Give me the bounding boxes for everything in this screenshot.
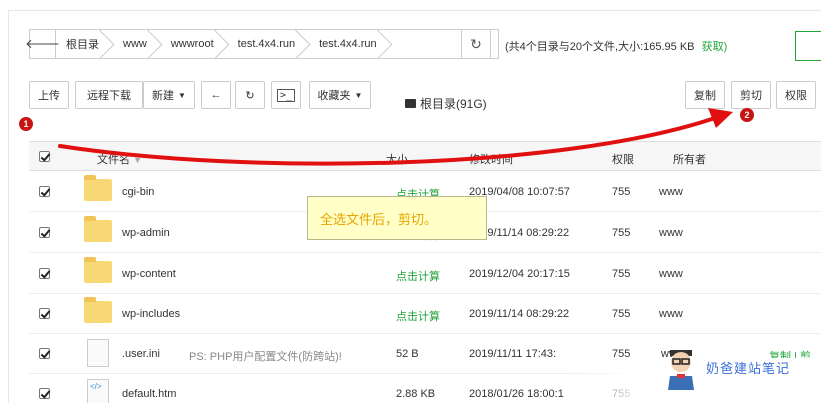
row-checkbox[interactable] bbox=[39, 268, 50, 279]
path-refresh-button[interactable]: ↻ bbox=[461, 29, 491, 59]
favorites-label: 收藏夹 bbox=[317, 90, 351, 102]
file-size: 52 B bbox=[396, 348, 419, 360]
row-checkbox[interactable] bbox=[39, 186, 50, 197]
step-badge-2: 2 bbox=[740, 108, 754, 122]
upload-button[interactable]: 上传 bbox=[29, 81, 69, 109]
breadcrumb: 根目录 www wwwroot test.4x4.run test.4x4.ru… bbox=[56, 30, 498, 58]
terminal-icon: >_ bbox=[276, 88, 296, 102]
breadcrumb-item-wwwroot[interactable]: wwwroot bbox=[161, 30, 228, 58]
new-dropdown-button[interactable]: 新建 ▼ bbox=[143, 81, 195, 109]
side-panel-edge bbox=[795, 31, 821, 61]
name-header-label: 文件名 bbox=[97, 154, 130, 166]
modified-time: 2019/11/11 17:43: bbox=[469, 348, 557, 360]
back-button[interactable]: ← bbox=[201, 81, 231, 109]
size-calc-link[interactable]: 点击计算 bbox=[396, 268, 440, 284]
arrow-left-icon: ← bbox=[210, 89, 222, 101]
permission-value[interactable]: 755 bbox=[612, 308, 630, 320]
file-name[interactable]: wp-includes bbox=[122, 308, 180, 320]
path-bar: 🡐 根目录 www wwwroot test.4x4.run test.4x4.… bbox=[25, 29, 499, 59]
instruction-callout: 全选文件后，剪切。 bbox=[307, 196, 487, 240]
cut-button[interactable]: 剪切 bbox=[731, 81, 771, 109]
modified-time: 2019/12/04 20:17:15 bbox=[469, 268, 570, 280]
folder-icon bbox=[84, 297, 112, 323]
column-header-name[interactable]: 文件名 ▼ bbox=[97, 151, 142, 167]
file-note: PS: PHP用户配置文件(防跨站)! bbox=[189, 351, 342, 363]
modified-time: 2019/11/14 08:29:22 bbox=[469, 308, 570, 320]
arrow-left-icon: 🡐 bbox=[25, 36, 60, 51]
refresh-icon: ↻ bbox=[245, 89, 255, 102]
step-badge-1: 1 bbox=[19, 117, 33, 131]
permission-button[interactable]: 权限 bbox=[776, 81, 816, 109]
permission-value[interactable]: 755 bbox=[612, 268, 630, 280]
favorites-dropdown-button[interactable]: 收藏夹 ▼ bbox=[309, 81, 371, 109]
disk-indicator[interactable]: 根目录(91G) bbox=[405, 95, 487, 112]
select-all-checkbox[interactable] bbox=[39, 151, 50, 162]
owner-value: www bbox=[659, 308, 683, 320]
owner-value: www bbox=[659, 268, 683, 280]
table-row[interactable]: wp-content 点击计算 2019/12/04 20:17:15 755 … bbox=[29, 254, 821, 294]
permission-value[interactable]: 755 bbox=[612, 186, 630, 198]
cartoon-avatar-icon bbox=[668, 350, 694, 390]
folder-icon bbox=[84, 216, 112, 242]
watermark-text: 奶爸建站笔记 bbox=[706, 360, 791, 376]
file-name[interactable]: wp-admin bbox=[122, 227, 170, 239]
breadcrumb-item-site[interactable]: test.4x4.run bbox=[228, 30, 309, 58]
new-label: 新建 bbox=[152, 90, 175, 102]
disk-label: 根目录(91G) bbox=[420, 97, 487, 111]
column-header-mtime[interactable]: 修改时间 bbox=[469, 151, 513, 167]
directory-summary: (共4个目录与20个文件,大小:165.95 KB 获取) bbox=[505, 38, 727, 54]
file-name[interactable]: wp-content bbox=[122, 268, 176, 280]
caret-down-icon: ▼ bbox=[178, 90, 186, 100]
folder-icon bbox=[84, 257, 112, 283]
modified-time: 2018/01/26 18:00:1 bbox=[469, 388, 564, 400]
get-size-link[interactable]: 获取) bbox=[702, 41, 728, 53]
table-row[interactable]: wp-includes 点击计算 2019/11/14 08:29:22 755… bbox=[29, 294, 821, 334]
column-header-owner[interactable]: 所有者 bbox=[673, 151, 706, 167]
row-checkbox[interactable] bbox=[39, 348, 50, 359]
owner-value: www bbox=[659, 186, 683, 198]
column-header-size[interactable]: 大小 bbox=[386, 151, 408, 167]
refresh-button[interactable]: ↻ bbox=[235, 81, 265, 109]
file-icon bbox=[87, 339, 109, 367]
sort-caret-icon: ▼ bbox=[133, 155, 142, 165]
row-checkbox[interactable] bbox=[39, 388, 50, 399]
hard-drive-icon bbox=[405, 99, 416, 108]
copy-button[interactable]: 复制 bbox=[685, 81, 725, 109]
breadcrumb-item-root[interactable]: 根目录 bbox=[56, 30, 113, 58]
file-name[interactable]: .user.ini bbox=[122, 348, 160, 360]
summary-text: (共4个目录与20个文件,大小:165.95 KB bbox=[505, 41, 695, 53]
code-file-icon bbox=[87, 379, 109, 403]
row-checkbox[interactable] bbox=[39, 308, 50, 319]
watermark: 奶爸建站笔记 bbox=[662, 344, 790, 390]
owner-value: www bbox=[659, 227, 683, 239]
path-back-button[interactable]: 🡐 bbox=[25, 30, 60, 58]
folder-icon bbox=[84, 175, 112, 201]
column-header-permission[interactable]: 权限 bbox=[612, 151, 634, 167]
table-header: 文件名 ▼ 大小 修改时间 权限 所有者 bbox=[29, 141, 821, 171]
caret-down-icon: ▼ bbox=[354, 90, 363, 100]
file-name[interactable]: default.htm bbox=[122, 388, 176, 400]
file-size: 2.88 KB bbox=[396, 388, 436, 400]
remote-download-button[interactable]: 远程下载 bbox=[75, 81, 143, 109]
breadcrumb-item-www[interactable]: www bbox=[113, 30, 161, 58]
row-checkbox[interactable] bbox=[39, 227, 50, 238]
file-name[interactable]: cgi-bin bbox=[122, 186, 154, 198]
terminal-button[interactable]: >_ bbox=[271, 81, 301, 109]
refresh-icon: ↻ bbox=[470, 35, 482, 52]
size-calc-link[interactable]: 点击计算 bbox=[396, 308, 440, 324]
breadcrumb-item-site-dir[interactable]: test.4x4.run bbox=[309, 30, 390, 58]
permission-value[interactable]: 755 bbox=[612, 227, 630, 239]
